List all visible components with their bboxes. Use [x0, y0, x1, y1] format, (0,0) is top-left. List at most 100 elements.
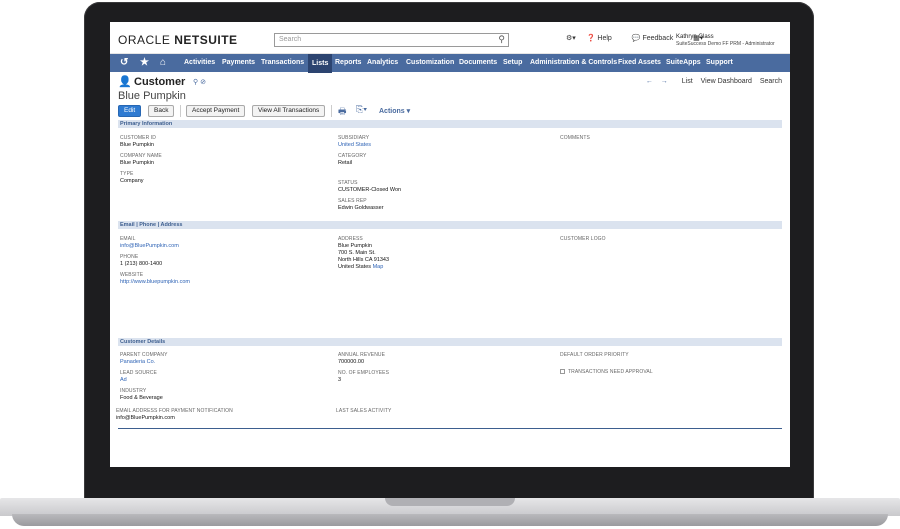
field-value: info@BluePumpkin.com	[116, 415, 175, 421]
email-link[interactable]: info@BluePumpkin.com	[120, 243, 179, 250]
field-label: EMAIL	[120, 236, 136, 242]
field-label: INDUSTRY	[120, 388, 147, 394]
field-comments: COMMENTS	[560, 135, 590, 142]
field-label: TRANSACTIONS NEED APPROVAL	[568, 369, 653, 375]
lead-source-link[interactable]: Ad	[120, 377, 157, 384]
section-title: Customer Details	[120, 339, 166, 345]
field-value: Edwin Goldwasser	[338, 205, 384, 211]
subsidiary-link[interactable]: United States	[338, 142, 371, 149]
field-value: Blue Pumpkin	[120, 142, 154, 148]
feedback-link[interactable]: 💬 Feedback	[632, 35, 682, 42]
parent-company-link[interactable]: Panaderia Co.	[120, 359, 168, 366]
section-title: Email | Phone | Address	[120, 222, 183, 228]
nav-item-documents[interactable]: Documents	[459, 59, 497, 66]
nav-item-lists[interactable]: Lists	[308, 54, 333, 73]
customer-icon: 👤	[118, 76, 132, 88]
address-country-line: United States Map	[338, 264, 389, 271]
field-value: Company	[120, 178, 144, 184]
field-value: 700000.00	[338, 359, 364, 365]
field-default-order-priority: DEFAULT ORDER PRIORITY	[560, 352, 629, 359]
field-category: CATEGORY Retail	[338, 153, 366, 167]
back-button[interactable]: Back	[148, 105, 175, 117]
laptop-base-bottom	[12, 514, 888, 526]
record-tools: ⚲ ⊘	[193, 78, 206, 86]
nav-item-reports[interactable]: Reports	[335, 59, 361, 66]
field-label: CUSTOMER ID	[120, 135, 157, 141]
address-country: United States	[338, 264, 372, 270]
record-navigation: ← → List View Dashboard Search	[646, 78, 782, 85]
field-last-sales-activity: LAST SALES ACTIVITY	[336, 408, 391, 415]
view-all-transactions-button[interactable]: View All Transactions	[252, 105, 326, 117]
map-link[interactable]: Map	[373, 264, 384, 270]
field-label: CUSTOMER LOGO	[560, 236, 606, 242]
top-bar: ORACLE NETSUITE Search ⚲ ⚙▾ ❓ Help 💬 Fee…	[110, 22, 790, 54]
next-arrow-icon[interactable]: →	[661, 78, 668, 85]
field-phone: PHONE 1 (213) 800-1400	[120, 254, 162, 268]
logo-netsuite: NETSUITE	[174, 33, 238, 47]
field-value: Blue Pumpkin	[120, 160, 154, 166]
section-primary-information[interactable]: Primary Information	[118, 120, 782, 128]
user-menu[interactable]: Kathryn Glass SuiteSuccess Demo FF PRM -…	[676, 34, 775, 48]
field-value: Food & Beverage	[120, 395, 163, 401]
nav-item-suiteapps[interactable]: SuiteApps	[666, 59, 701, 66]
nav-item-fixed-assets[interactable]: Fixed Assets	[618, 59, 661, 66]
address-line: North Hills CA 91343	[338, 257, 390, 263]
oracle-netsuite-logo[interactable]: ORACLE NETSUITE	[118, 33, 238, 47]
field-website: WEBSITE http://www.bluepumpkin.com	[120, 272, 190, 286]
address-line: 700 S. Main St.	[338, 250, 376, 256]
edit-button[interactable]: Edit	[118, 105, 142, 117]
field-type: TYPE Company	[120, 171, 144, 185]
help-link[interactable]: ❓ Help	[587, 35, 621, 42]
field-label: COMPANY NAME	[120, 153, 162, 159]
nav-item-administration[interactable]: Administration & Controls	[530, 59, 617, 66]
search-icon[interactable]: ⚲	[498, 34, 505, 45]
actions-menu[interactable]: Actions ▾	[379, 107, 410, 115]
star-icon[interactable]: ★	[140, 57, 149, 68]
nav-item-customization[interactable]: Customization	[406, 59, 454, 66]
field-label: WEBSITE	[120, 272, 144, 278]
section-customer-details[interactable]: Customer Details	[118, 338, 782, 346]
link-icon[interactable]: ⊘	[200, 79, 206, 86]
nav-item-analytics[interactable]: Analytics	[367, 59, 398, 66]
website-link[interactable]: http://www.bluepumpkin.com	[120, 279, 190, 286]
nav-item-activities[interactable]: Activities	[184, 59, 215, 66]
transactions-approval-checkbox[interactable]	[560, 369, 565, 375]
nav-item-payments[interactable]: Payments	[222, 59, 255, 66]
field-value: Retail	[338, 160, 353, 166]
section-email-phone-address[interactable]: Email | Phone | Address	[118, 221, 782, 229]
recent-records-icon[interactable]: ⚙▾	[566, 35, 576, 42]
previous-arrow-icon[interactable]: ←	[646, 78, 653, 85]
print-icon[interactable]: 🖶	[338, 104, 347, 120]
search-placeholder: Search	[279, 36, 302, 43]
main-nav: ↺ ★ ⌂ Activities Payments Transactions L…	[110, 54, 790, 73]
view-dashboard-link[interactable]: View Dashboard	[701, 78, 752, 85]
search-icon[interactable]: ⚲	[193, 79, 198, 86]
home-icon[interactable]: ⌂	[160, 57, 166, 68]
search-link[interactable]: Search	[760, 78, 782, 85]
field-company-name: COMPANY NAME Blue Pumpkin	[120, 153, 162, 167]
copy-icon[interactable]: ⎘▾	[356, 104, 367, 115]
section-title: Primary Information	[120, 121, 173, 127]
field-industry: INDUSTRY Food & Beverage	[120, 388, 163, 402]
nav-item-support[interactable]: Support	[706, 59, 733, 66]
field-label: DEFAULT ORDER PRIORITY	[560, 352, 629, 358]
field-label: TYPE	[120, 171, 134, 177]
field-label: ADDRESS	[338, 236, 363, 242]
nav-item-transactions[interactable]: Transactions	[261, 59, 304, 66]
recent-icon[interactable]: ↺	[120, 57, 128, 68]
app-screen: ORACLE NETSUITE Search ⚲ ⚙▾ ❓ Help 💬 Fee…	[110, 22, 790, 467]
logo-oracle: ORACLE	[118, 33, 171, 47]
user-name: Kathryn Glass	[676, 34, 714, 40]
record-type: Customer	[134, 76, 186, 88]
field-annual-revenue: ANNUAL REVENUE 700000.00	[338, 352, 385, 366]
accept-payment-button[interactable]: Accept Payment	[186, 105, 246, 117]
nav-item-setup[interactable]: Setup	[503, 59, 522, 66]
field-label: ANNUAL REVENUE	[338, 352, 386, 358]
list-link[interactable]: List	[682, 78, 693, 85]
field-label: COMMENTS	[560, 135, 590, 141]
record-name: Blue Pumpkin	[118, 90, 186, 102]
button-divider	[180, 105, 181, 117]
field-lead-source: LEAD SOURCE Ad	[120, 370, 157, 384]
field-email: EMAIL info@BluePumpkin.com	[120, 236, 179, 250]
global-search-input[interactable]: Search ⚲	[274, 33, 509, 47]
